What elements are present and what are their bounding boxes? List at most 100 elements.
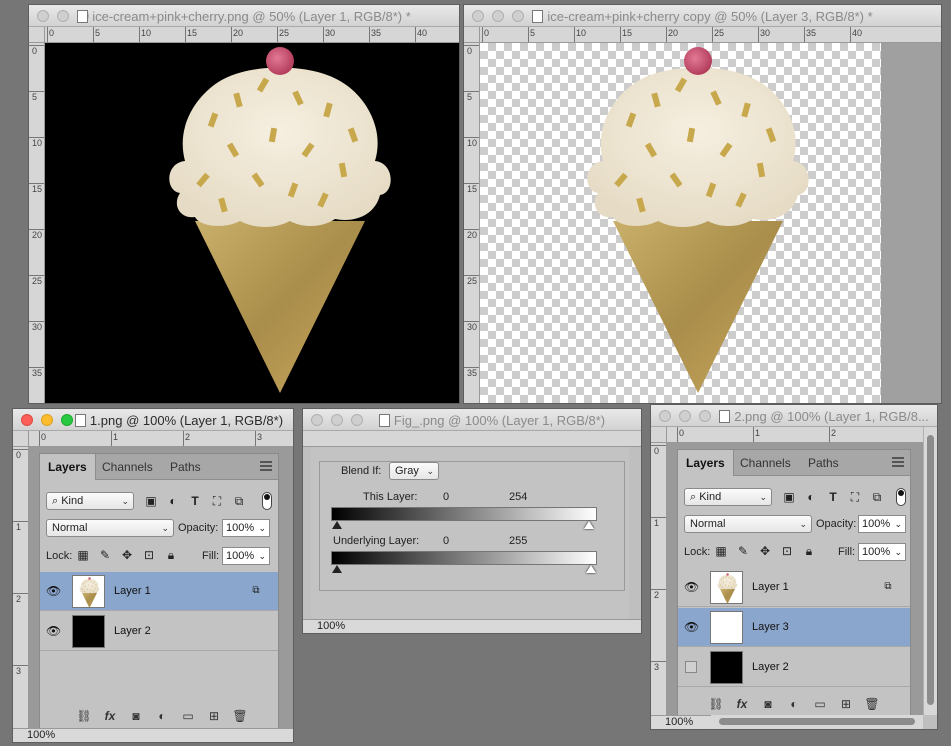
- tab-layers[interactable]: Layers: [40, 454, 96, 480]
- filter-toggle[interactable]: [262, 492, 272, 510]
- this-layer-white-slider[interactable]: [584, 521, 594, 529]
- opacity-field[interactable]: 100% ⌄: [222, 519, 270, 537]
- eye-icon[interactable]: 👁︎: [46, 584, 61, 598]
- layer-row[interactable]: 👁︎ Layer 3: [678, 608, 910, 647]
- trash-icon[interactable]: 🗑︎: [864, 696, 880, 712]
- vertical-ruler[interactable]: 0 1 2 3: [651, 443, 667, 729]
- filter-toggle[interactable]: [896, 488, 906, 506]
- canvas[interactable]: [480, 43, 881, 403]
- ruler-origin[interactable]: [13, 431, 29, 447]
- blend-if-channel-select[interactable]: Gray ⌄: [389, 462, 439, 480]
- link-icon[interactable]: ⛓: [76, 708, 92, 724]
- link-icon[interactable]: ⛓: [708, 696, 724, 712]
- zoom-level[interactable]: 100%: [665, 716, 693, 728]
- scrollbar-thumb[interactable]: [719, 718, 915, 725]
- horizontal-ruler[interactable]: [303, 431, 641, 447]
- tab-layers[interactable]: Layers: [678, 450, 734, 476]
- vertical-ruler[interactable]: 0510152025303540: [29, 43, 45, 403]
- type-filter-icon[interactable]: T: [188, 494, 202, 508]
- type-filter-icon[interactable]: T: [826, 490, 840, 504]
- underlying-black-slider[interactable]: [332, 565, 342, 573]
- layer-row[interactable]: 👁︎ Layer 2: [40, 612, 278, 651]
- ruler-origin[interactable]: [651, 427, 667, 443]
- fx-icon[interactable]: fx: [102, 708, 118, 724]
- ruler-tick: [850, 27, 851, 42]
- lock-pixels-icon[interactable]: ▦: [714, 544, 728, 558]
- tab-paths[interactable]: Paths: [800, 450, 847, 476]
- zoom-level[interactable]: 100%: [317, 620, 345, 632]
- shape-filter-icon[interactable]: ⛶: [210, 494, 224, 508]
- horizontal-scrollbar[interactable]: [711, 715, 923, 729]
- trash-icon[interactable]: 🗑︎: [232, 708, 248, 724]
- horizontal-ruler[interactable]: 0 1 2 3: [29, 431, 293, 447]
- filter-kind-select[interactable]: ⌕ Kind ⌄: [684, 488, 772, 506]
- eye-icon[interactable]: 👁︎: [684, 620, 699, 634]
- new-layer-icon[interactable]: ⊞: [206, 708, 222, 724]
- folder-icon[interactable]: ▭: [180, 708, 196, 724]
- lock-move-icon[interactable]: ✥: [758, 544, 772, 558]
- lock-artboard-icon[interactable]: ⊡: [142, 548, 156, 562]
- fx-icon[interactable]: fx: [734, 696, 750, 712]
- tab-channels[interactable]: Channels: [94, 454, 161, 480]
- title-bar[interactable]: Fig_.png @ 100% (Layer 1, RGB/8*): [303, 409, 641, 431]
- zoom-level[interactable]: 100%: [27, 729, 55, 741]
- tab-paths[interactable]: Paths: [162, 454, 209, 480]
- blend-mode-select[interactable]: Normal ⌄: [46, 519, 174, 537]
- layer-row[interactable]: 👁︎ Layer 1 ⧉: [678, 568, 910, 607]
- ruler-label: 1: [16, 522, 22, 532]
- vertical-scrollbar[interactable]: [923, 427, 937, 715]
- eye-icon[interactable]: 👁︎: [684, 580, 699, 594]
- ruler-tick: [464, 45, 479, 46]
- title-bar[interactable]: 1.png @ 100% (Layer 1, RGB/8*): [13, 409, 293, 431]
- panel-menu-icon[interactable]: [260, 461, 272, 471]
- tab-channels[interactable]: Channels: [732, 450, 799, 476]
- image-filter-icon[interactable]: ▣: [144, 494, 158, 508]
- lock-artboard-icon[interactable]: ⊡: [780, 544, 794, 558]
- fill-field[interactable]: 100% ⌄: [222, 547, 270, 565]
- title-bar[interactable]: ice-cream+pink+cherry copy @ 50% (Layer …: [464, 5, 941, 27]
- lock-all-icon[interactable]: 🔒︎: [164, 548, 178, 562]
- vertical-ruler[interactable]: 0 1 2 3: [13, 447, 29, 742]
- adjustment-filter-icon[interactable]: ◐: [804, 490, 818, 504]
- underlying-white-slider[interactable]: [586, 565, 596, 573]
- folder-icon[interactable]: ▭: [812, 696, 828, 712]
- layer-row[interactable]: Layer 2: [678, 648, 910, 687]
- shape-filter-icon[interactable]: ⛶: [848, 490, 862, 504]
- adjustment-icon[interactable]: ◐: [154, 708, 170, 724]
- eye-icon[interactable]: 👁︎: [46, 624, 61, 638]
- visibility-toggle[interactable]: [685, 661, 697, 673]
- lock-all-icon[interactable]: 🔒︎: [802, 544, 816, 558]
- new-layer-icon[interactable]: ⊞: [838, 696, 854, 712]
- lock-pixels-icon[interactable]: ▦: [76, 548, 90, 562]
- filter-kind-select[interactable]: ⌕ Kind ⌄: [46, 492, 134, 510]
- mask-icon[interactable]: ◙: [760, 696, 776, 712]
- canvas[interactable]: [45, 43, 459, 403]
- opacity-field[interactable]: 100% ⌄: [858, 515, 906, 533]
- lock-paint-icon[interactable]: ✎: [98, 548, 112, 562]
- adjustment-filter-icon[interactable]: ◐: [166, 494, 180, 508]
- panel-menu-icon[interactable]: [892, 457, 904, 467]
- mask-icon[interactable]: ◙: [128, 708, 144, 724]
- ruler-origin[interactable]: [29, 27, 45, 43]
- adjustment-icon[interactable]: ◐: [786, 696, 802, 712]
- window-title: ice-cream+pink+cherry copy @ 50% (Layer …: [464, 9, 941, 24]
- smart-filter-icon[interactable]: ⧉: [232, 494, 246, 508]
- layer-row[interactable]: 👁︎ Layer 1 ⧉: [40, 572, 278, 611]
- fill-field[interactable]: 100% ⌄: [858, 543, 906, 561]
- image-filter-icon[interactable]: ▣: [782, 490, 796, 504]
- scrollbar-thumb[interactable]: [927, 435, 934, 705]
- vertical-ruler[interactable]: 0510152025303540: [464, 43, 480, 403]
- smart-filter-icon[interactable]: ⧉: [870, 490, 884, 504]
- lock-paint-icon[interactable]: ✎: [736, 544, 750, 558]
- horizontal-ruler[interactable]: 0 1 2: [667, 427, 923, 443]
- blend-mode-select[interactable]: Normal ⌄: [684, 515, 812, 533]
- ruler-origin[interactable]: [464, 27, 480, 43]
- window-title-text: 1.png @ 100% (Layer 1, RGB/8*): [89, 413, 284, 428]
- title-bar[interactable]: ice-cream+pink+cherry.png @ 50% (Layer 1…: [29, 5, 459, 27]
- title-bar[interactable]: 2.png @ 100% (Layer 1, RGB/8...: [651, 405, 937, 427]
- document-icon: [74, 414, 86, 427]
- search-icon: ⌕: [690, 491, 700, 503]
- lock-move-icon[interactable]: ✥: [120, 548, 134, 562]
- this-layer-black-slider[interactable]: [332, 521, 342, 529]
- ruler-label: 3: [16, 666, 22, 676]
